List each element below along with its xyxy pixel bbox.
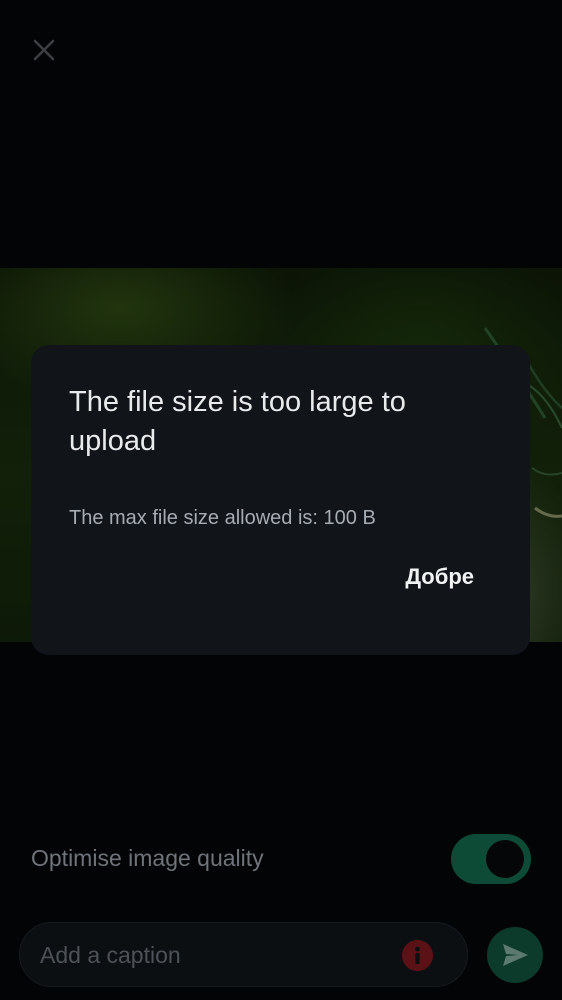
optimise-quality-row: Optimise image quality <box>31 832 531 886</box>
caption-box <box>19 922 468 988</box>
media-upload-screen: The file size is too large to upload The… <box>0 0 562 1000</box>
send-icon <box>503 944 528 966</box>
optimise-quality-toggle[interactable] <box>451 834 531 884</box>
optimise-quality-label: Optimise image quality <box>31 845 264 871</box>
file-too-large-dialog: The file size is too large to upload The… <box>31 345 530 655</box>
error-icon[interactable] <box>402 940 433 971</box>
caption-input[interactable] <box>38 923 402 988</box>
dialog-ok-button[interactable]: Добре <box>405 564 474 590</box>
info-glyph <box>415 946 420 964</box>
send-button[interactable] <box>487 927 543 983</box>
dialog-message: The max file size allowed is: 100 B <box>69 507 376 529</box>
dialog-title: The file size is too large to upload <box>69 386 406 457</box>
toggle-knob <box>486 840 524 878</box>
